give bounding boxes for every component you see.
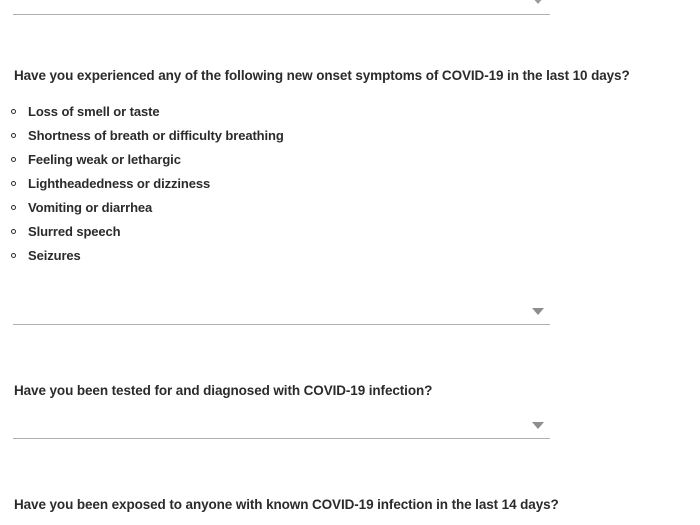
field-underline [13,438,550,439]
bullet-circle-icon [11,133,16,138]
list-item: Loss of smell or taste [0,100,284,124]
list-item: Lightheadedness or dizziness [0,172,284,196]
bullet-circle-icon [11,109,16,114]
bullet-circle-icon [11,181,16,186]
dropdown-covid-symptoms[interactable] [0,298,700,332]
symptom-label: Shortness of breath or difficulty breath… [28,128,284,143]
bullet-circle-icon [11,205,16,210]
chevron-down-icon[interactable] [532,308,544,315]
bullet-circle-icon [11,157,16,162]
covid-screening-form: Have you experienced any of the followin… [0,0,700,525]
symptom-label: Loss of smell or taste [28,104,160,119]
field-underline [13,14,550,15]
symptom-label: Vomiting or diarrhea [28,200,153,215]
chevron-down-icon[interactable] [532,0,544,4]
chevron-down-icon[interactable] [532,422,544,429]
symptom-label: Lightheadedness or dizziness [28,176,211,191]
list-item: Seizures [0,244,284,268]
list-item: Vomiting or diarrhea [0,196,284,220]
bullet-circle-icon [11,229,16,234]
symptom-label: Seizures [28,248,81,263]
dropdown-covid-tested-diagnosed[interactable] [0,412,700,446]
list-item: Slurred speech [0,220,284,244]
symptom-option-list: Loss of smell or taste Shortness of brea… [0,100,284,268]
partial-dropdown-above[interactable] [0,0,700,22]
symptom-label: Slurred speech [28,224,121,239]
field-underline [13,324,550,325]
question-label-covid-symptoms: Have you experienced any of the followin… [14,68,630,83]
symptom-label: Feeling weak or lethargic [28,152,181,167]
bullet-circle-icon [11,253,16,258]
list-item: Feeling weak or lethargic [0,148,284,172]
list-item: Shortness of breath or difficulty breath… [0,124,284,148]
question-label-covid-exposure: Have you been exposed to anyone with kno… [14,497,559,512]
question-label-covid-tested-diagnosed: Have you been tested for and diagnosed w… [14,383,433,398]
